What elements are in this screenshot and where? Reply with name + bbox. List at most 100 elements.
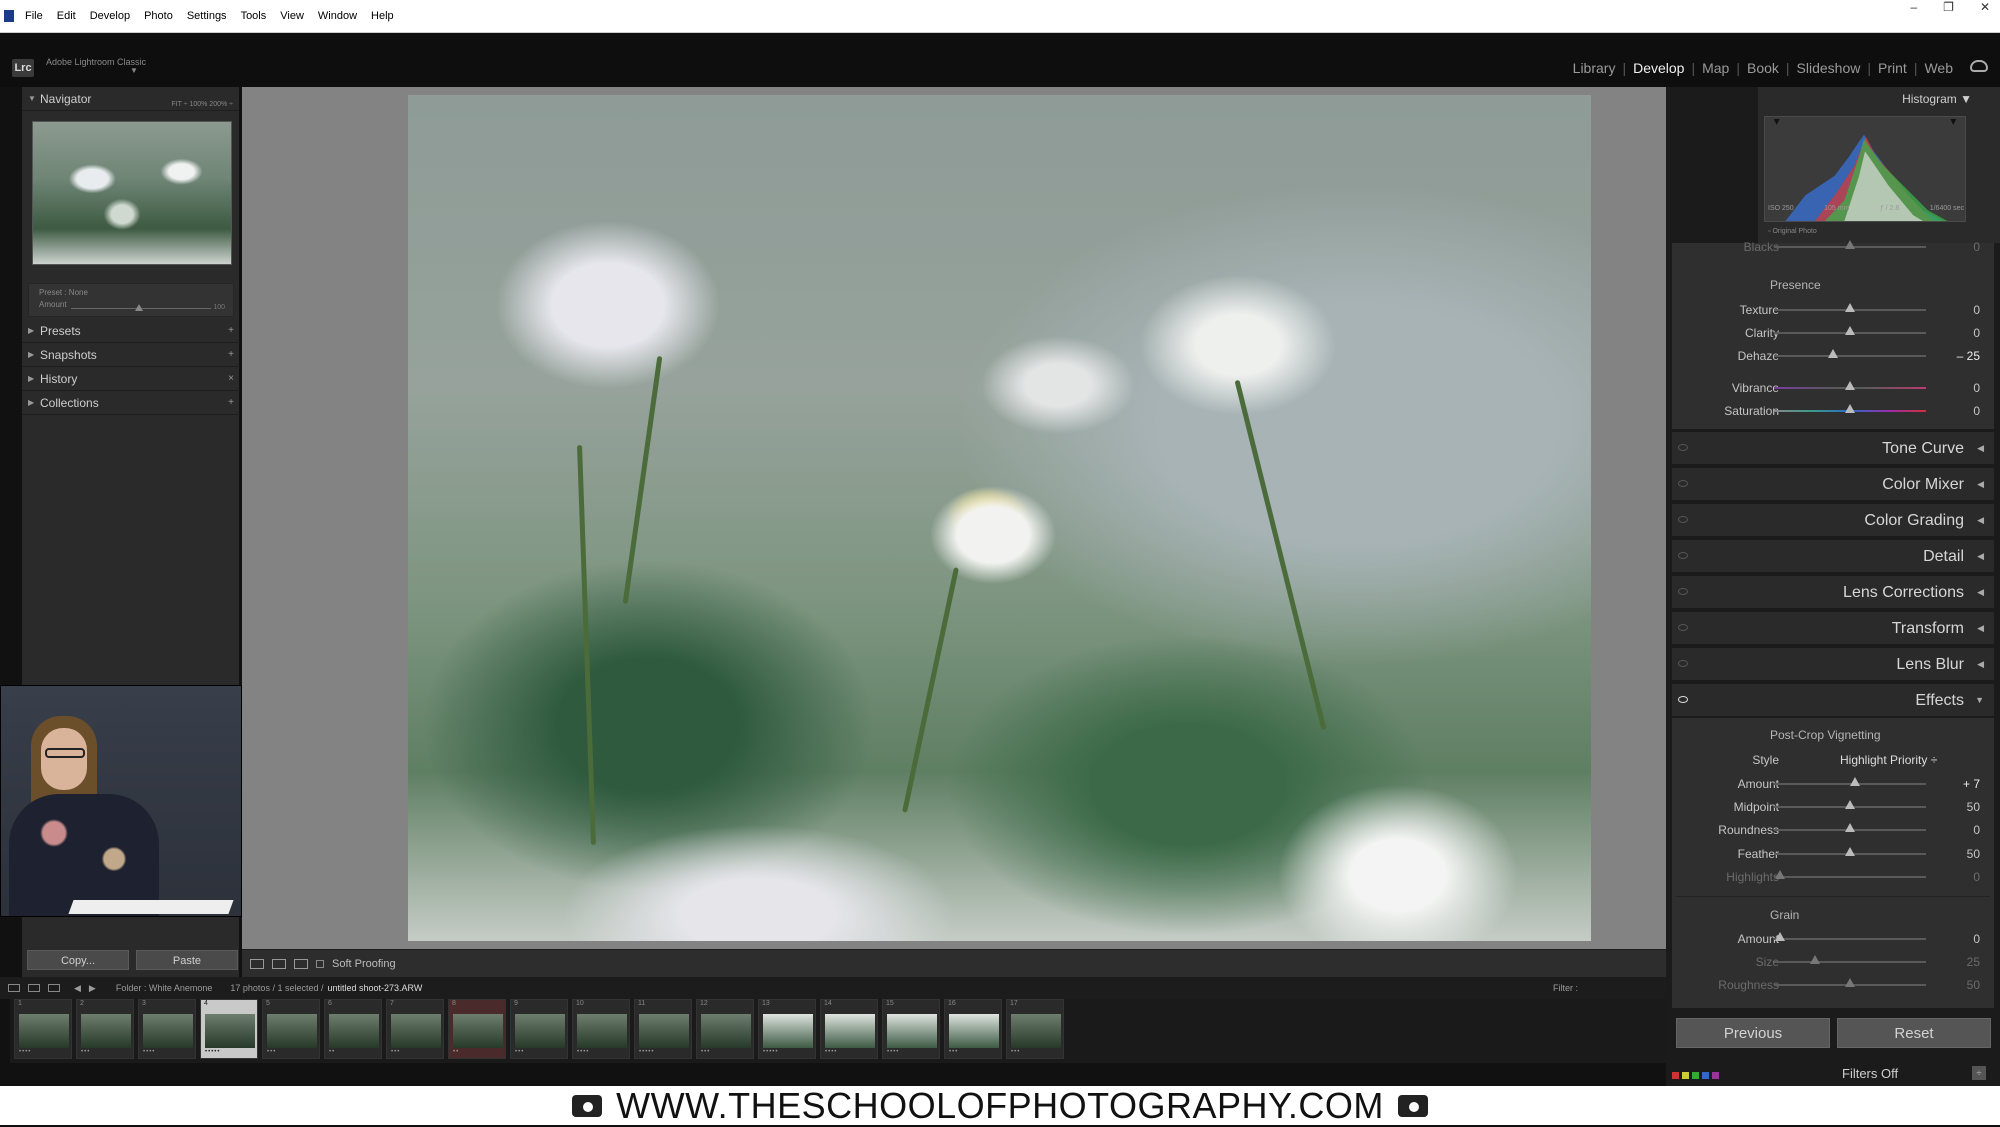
slider-value[interactable]: – 25 xyxy=(1957,349,1980,363)
panel-presets[interactable]: ▶ Presets + xyxy=(22,319,240,343)
slider-knob[interactable] xyxy=(1775,932,1786,941)
slider-knob[interactable] xyxy=(1845,847,1855,856)
slider-knob[interactable] xyxy=(1845,303,1855,312)
eye-icon[interactable] xyxy=(1678,444,1688,451)
slider-value[interactable]: 25 xyxy=(1967,955,1980,969)
panel-collections[interactable]: ▶ Collections + xyxy=(22,391,240,415)
slider-knob[interactable] xyxy=(1845,800,1855,809)
slider-knob[interactable] xyxy=(1845,381,1855,390)
slider-track[interactable] xyxy=(1774,961,1926,963)
slider-feather[interactable]: Feather 50 xyxy=(1672,844,1994,864)
filmstrip-thumb[interactable]: 17 ••• xyxy=(1006,999,1064,1059)
main-window-icon[interactable] xyxy=(8,984,20,992)
menu-edit[interactable]: Edit xyxy=(50,10,83,22)
panel-color-mixer[interactable]: Color Mixer ◀ xyxy=(1672,468,1994,502)
eye-icon[interactable] xyxy=(1678,480,1688,487)
shadow-clipping-icon[interactable] xyxy=(1773,118,1780,125)
slider-knob[interactable] xyxy=(1845,240,1855,249)
navigator-header[interactable]: ▼ Navigator FIT ÷ 100% 200% ÷ xyxy=(22,87,239,111)
filmstrip-thumb[interactable]: 15 •••• xyxy=(882,999,940,1059)
module-slideshow[interactable]: Slideshow xyxy=(1790,60,1868,76)
vignette-style-select[interactable]: Highlight Priority ÷ xyxy=(1840,753,1937,767)
slider-roundness[interactable]: Roundness 0 xyxy=(1672,820,1994,840)
slider-knob[interactable] xyxy=(1849,777,1860,786)
slider-track[interactable] xyxy=(1774,938,1926,940)
second-window-icon[interactable] xyxy=(28,984,40,992)
slider-knob[interactable] xyxy=(1845,823,1855,832)
filmstrip-thumb[interactable]: 3 •••• xyxy=(138,999,196,1059)
slider-value[interactable]: 0 xyxy=(1973,823,1980,837)
purple-label-filter[interactable] xyxy=(1712,1072,1719,1079)
slider-grain-roughness[interactable]: Roughness 50 xyxy=(1672,975,1994,995)
menu-file[interactable]: File xyxy=(18,10,50,22)
grid-view-icon[interactable] xyxy=(48,984,60,992)
preset-amount-knob[interactable] xyxy=(135,304,143,311)
eye-icon[interactable] xyxy=(1678,552,1688,559)
eye-icon[interactable] xyxy=(1678,660,1688,667)
back-arrow-icon[interactable]: ◀ xyxy=(74,983,81,994)
filmstrip-thumb[interactable]: 5 ••• xyxy=(262,999,320,1059)
slider-value[interactable]: 50 xyxy=(1967,800,1980,814)
eye-icon[interactable] xyxy=(1678,624,1688,631)
filmstrip-thumb[interactable]: 16 ••• xyxy=(944,999,1002,1059)
module-print[interactable]: Print xyxy=(1871,60,1914,76)
clear-icon[interactable]: × xyxy=(228,367,234,391)
module-develop[interactable]: Develop xyxy=(1626,60,1691,76)
navigator-zoom-options[interactable]: FIT ÷ 100% 200% ÷ xyxy=(171,93,233,117)
filters-off-dropdown[interactable]: Filters Off xyxy=(1842,1066,1898,1081)
slider-saturation[interactable]: Saturation 0 xyxy=(1672,401,1994,421)
slider-texture[interactable]: Texture 0 xyxy=(1672,300,1994,320)
menu-develop[interactable]: Develop xyxy=(83,10,137,22)
panel-lens-blur[interactable]: Lens Blur ◀ xyxy=(1672,648,1994,682)
filmstrip-thumb[interactable]: 13 ••••• xyxy=(758,999,816,1059)
panel-tone-curve[interactable]: Tone Curve ◀ xyxy=(1672,432,1994,466)
green-label-filter[interactable] xyxy=(1692,1072,1699,1079)
identity-dropdown-icon[interactable]: ▼ xyxy=(130,66,138,75)
panel-transform[interactable]: Transform ◀ xyxy=(1672,612,1994,646)
slider-value[interactable]: 0 xyxy=(1973,240,1980,254)
filmstrip-thumb[interactable]: 7 ••• xyxy=(386,999,444,1059)
slider-grain-size[interactable]: Size 25 xyxy=(1672,952,1994,972)
slider-vibrance[interactable]: Vibrance 0 xyxy=(1672,378,1994,398)
slider-blacks[interactable]: Blacks 0 xyxy=(1672,237,1994,257)
add-icon[interactable]: + xyxy=(228,391,234,415)
slider-knob[interactable] xyxy=(1845,978,1855,987)
slider-highlights[interactable]: Highlights 0 xyxy=(1672,867,1994,887)
panel-history[interactable]: ▶ History × xyxy=(22,367,240,391)
slider-dehaze[interactable]: Dehaze – 25 xyxy=(1672,346,1994,366)
menu-photo[interactable]: Photo xyxy=(137,10,180,22)
minimize-button[interactable]: – xyxy=(1910,0,1917,16)
eye-icon[interactable] xyxy=(1678,588,1688,595)
filmstrip-thumb[interactable]: 1 •••• xyxy=(14,999,72,1059)
blue-label-filter[interactable] xyxy=(1702,1072,1709,1079)
panel-effects[interactable]: Effects ▼ xyxy=(1672,684,1994,718)
module-web[interactable]: Web xyxy=(1917,60,1960,76)
histogram-title[interactable]: Histogram ▼ xyxy=(1902,92,1972,106)
slider-knob[interactable] xyxy=(1828,349,1839,358)
eye-icon[interactable] xyxy=(1678,516,1688,523)
filmstrip-thumb[interactable]: 14 •••• xyxy=(820,999,878,1059)
yellow-label-filter[interactable] xyxy=(1682,1072,1689,1079)
eye-icon[interactable] xyxy=(1678,696,1688,703)
module-library[interactable]: Library xyxy=(1566,60,1623,76)
filmstrip-thumb[interactable]: 10 •••• xyxy=(572,999,630,1059)
menu-view[interactable]: View xyxy=(273,10,311,22)
loupe-view-icon[interactable] xyxy=(250,958,264,969)
slider-value[interactable]: 50 xyxy=(1967,978,1980,992)
panel-snapshots[interactable]: ▶ Snapshots + xyxy=(22,343,240,367)
slider-track[interactable] xyxy=(1774,876,1926,878)
copy-settings-button[interactable]: Copy... xyxy=(27,950,129,970)
menu-help[interactable]: Help xyxy=(364,10,401,22)
filmstrip-thumb[interactable]: 8 •• xyxy=(448,999,506,1059)
slider-value[interactable]: 0 xyxy=(1973,303,1980,317)
filmstrip-thumb[interactable]: 9 ••• xyxy=(510,999,568,1059)
slider-value[interactable]: 50 xyxy=(1967,847,1980,861)
slider-clarity[interactable]: Clarity 0 xyxy=(1672,323,1994,343)
slider-knob[interactable] xyxy=(1845,326,1855,335)
reset-button[interactable]: Reset xyxy=(1837,1018,1991,1048)
soft-proofing-checkbox[interactable] xyxy=(316,959,324,968)
slider-midpoint[interactable]: Midpoint 50 xyxy=(1672,797,1994,817)
maximize-button[interactable]: ❐ xyxy=(1943,0,1954,16)
slider-grain-amount[interactable]: Amount 0 xyxy=(1672,929,1994,949)
slider-value[interactable]: 0 xyxy=(1973,326,1980,340)
